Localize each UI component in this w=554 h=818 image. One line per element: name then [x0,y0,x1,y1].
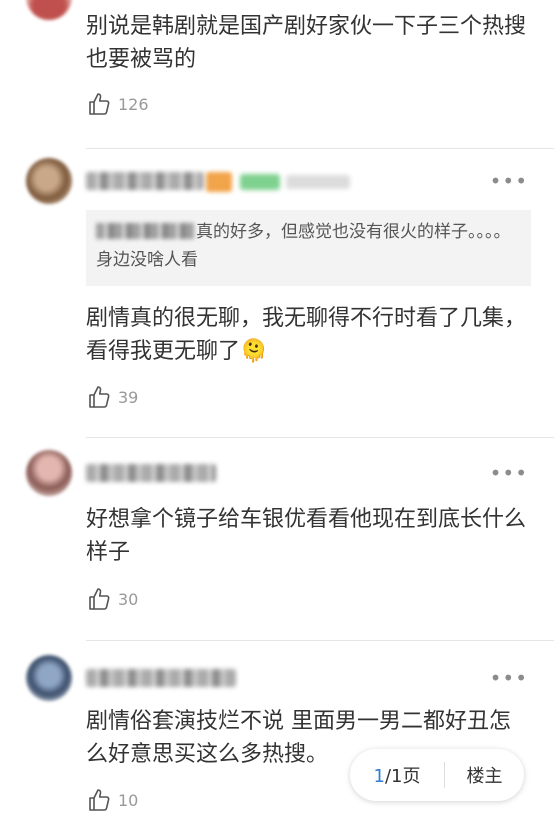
comment-item: ••• 好想拿个镜子给车银优看看他现在到底长什么样子 30 [0,440,554,640]
avatar[interactable] [26,450,72,496]
page-indicator[interactable]: 1/1页 [350,762,444,788]
comment-item: 别说是韩剧就是国产剧好家伙一下子三个热搜也要被骂的 126 [0,0,554,140]
thumbs-up-icon [89,789,110,811]
user-badge [240,174,280,190]
divider [86,148,554,149]
quoted-reply[interactable]: 真的好多，但感觉也没有很火的样子。。。。身边没啥人看 [86,210,531,286]
divider [86,640,554,641]
comment-text: 别说是韩剧就是国产剧好家伙一下子三个热搜也要被骂的 [86,14,527,72]
comment-item: ••• 真的好多，但感觉也没有很火的样子。。。。身边没啥人看 剧情真的很无聊，我… [0,150,554,435]
quoted-username [96,223,194,239]
pagination-bar: 1/1页 楼主 [350,749,524,801]
page-total: /1页 [384,766,421,787]
like-count: 30 [118,589,139,609]
comment-text: 剧情真的很无聊，我无聊得不行时看了几集，看得我更无聊了🫠 [86,306,527,364]
username[interactable] [86,669,236,687]
avatar[interactable] [26,158,72,204]
thumbs-up-icon [89,93,110,115]
username[interactable] [86,464,216,482]
more-dots-icon[interactable]: ••• [490,463,528,483]
like-count: 39 [118,387,139,407]
username[interactable] [86,172,204,190]
like-count: 126 [118,94,149,114]
comment-text: 好想拿个镜子给车银优看看他现在到底长什么样子 [86,507,527,565]
floor-owner-button[interactable]: 楼主 [445,762,524,788]
user-badge [286,175,350,189]
like-button[interactable]: 39 [88,385,138,409]
like-count: 10 [118,790,139,810]
like-button[interactable]: 10 [88,788,138,812]
avatar[interactable] [26,655,72,701]
more-dots-icon[interactable]: ••• [490,668,528,688]
current-page: 1 [373,766,385,787]
thumbs-up-icon [89,386,110,408]
thumbs-up-icon [89,588,110,610]
avatar[interactable] [26,0,72,20]
user-badge [206,172,232,192]
like-button[interactable]: 30 [88,587,138,611]
like-button[interactable]: 126 [88,92,149,116]
divider [86,437,554,438]
more-dots-icon[interactable]: ••• [490,171,528,191]
